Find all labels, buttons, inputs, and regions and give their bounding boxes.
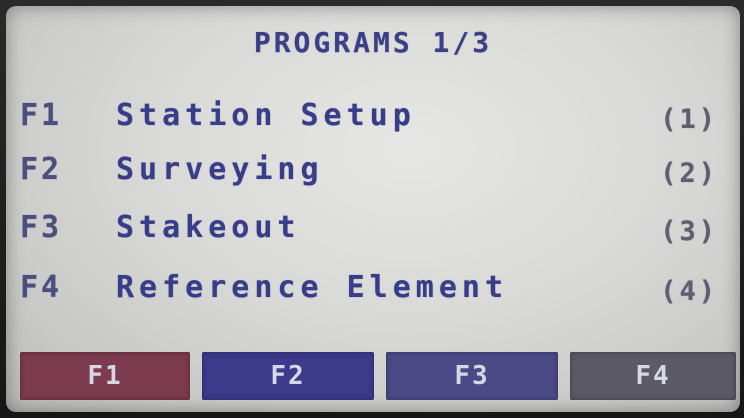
- menu-item-label: Surveying: [116, 152, 324, 187]
- menu-item-index: (4): [660, 276, 718, 307]
- page-title: PROGRAMS 1/3: [253, 26, 493, 59]
- device-bezel: PROGRAMS 1/3 F1 Station Setup (1) F2 Sur…: [0, 0, 744, 418]
- menu-item-station-setup[interactable]: F1 Station Setup (1): [6, 98, 740, 138]
- menu-item-key: F2: [20, 152, 63, 187]
- softkey-f3-button[interactable]: F3: [386, 352, 558, 400]
- softkey-f1-button[interactable]: F1: [20, 352, 190, 400]
- softkey-bar: F1 F2 F3 F4: [6, 349, 740, 412]
- menu-item-key: F3: [20, 210, 63, 245]
- softkey-f4-button[interactable]: F4: [570, 352, 736, 400]
- menu-item-label: Reference Element: [116, 270, 509, 305]
- menu-item-index: (2): [660, 158, 718, 189]
- lcd-screen: PROGRAMS 1/3 F1 Station Setup (1) F2 Sur…: [6, 6, 740, 412]
- menu-item-label: Station Setup: [116, 98, 416, 133]
- menu-item-stakeout[interactable]: F3 Stakeout (3): [6, 210, 740, 250]
- menu-item-key: F1: [20, 98, 63, 133]
- menu-item-index: (3): [660, 216, 718, 247]
- menu-item-label: Stakeout: [116, 210, 301, 245]
- menu-item-key: F4: [20, 270, 63, 305]
- menu-item-index: (1): [660, 104, 718, 135]
- menu-item-surveying[interactable]: F2 Surveying (2): [6, 152, 740, 192]
- softkey-f2-button[interactable]: F2: [202, 352, 374, 400]
- menu-item-reference-element[interactable]: F4 Reference Element (4): [6, 270, 740, 310]
